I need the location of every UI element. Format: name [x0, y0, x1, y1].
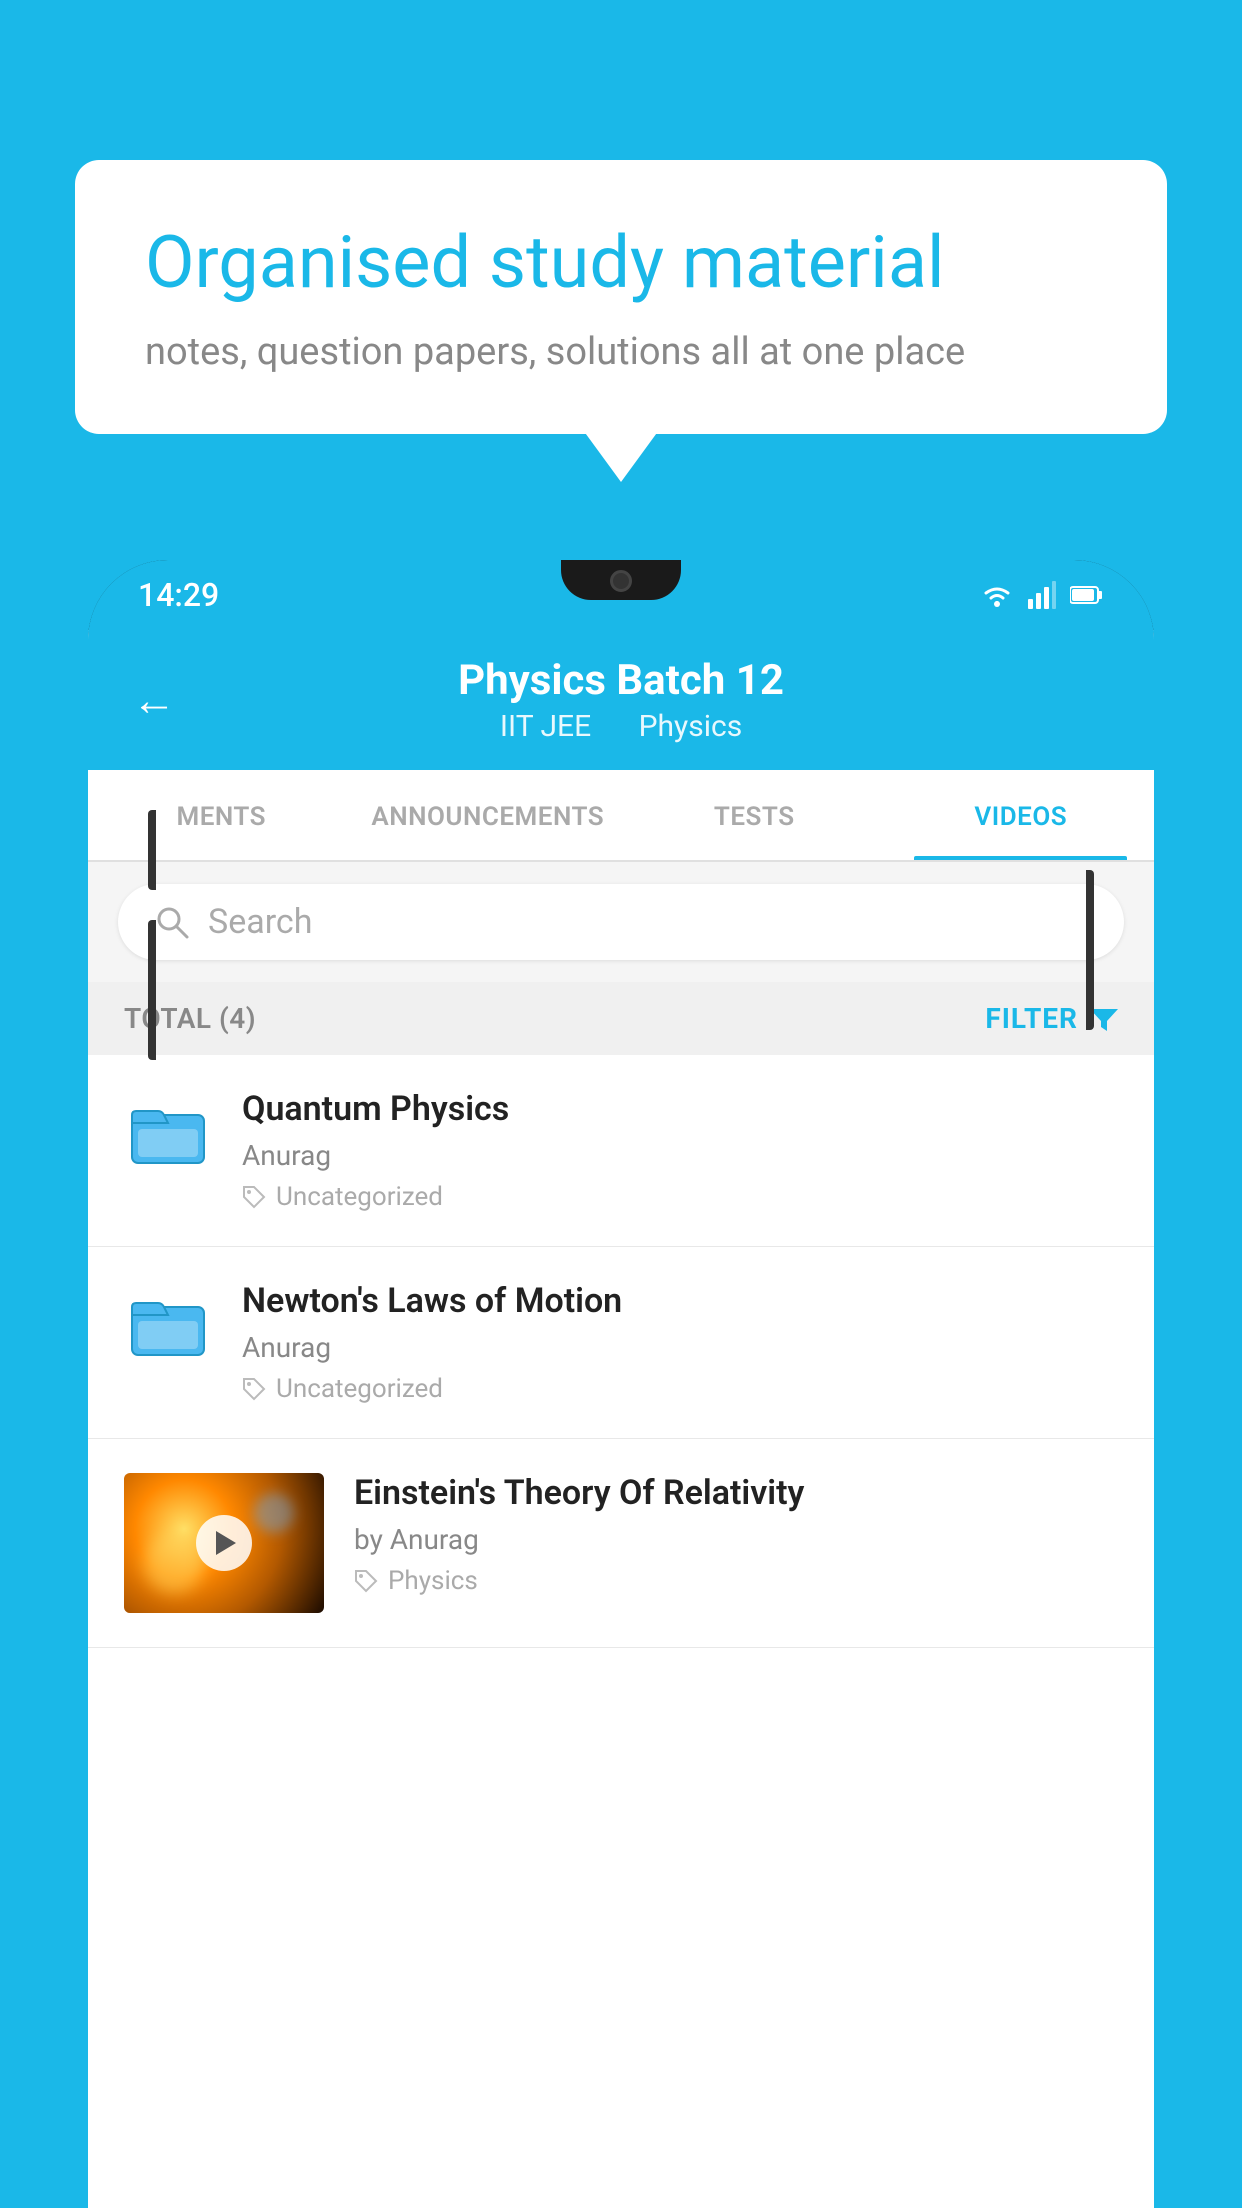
filter-button[interactable]: FILTER [985, 1002, 1118, 1035]
tab-tests[interactable]: TESTS [621, 770, 888, 860]
status-icons [980, 581, 1104, 609]
filter-label: FILTER [985, 1002, 1078, 1035]
item-tag: Uncategorized [242, 1182, 1118, 1212]
item-tag: Uncategorized [242, 1374, 1118, 1404]
tag-label: Uncategorized [276, 1182, 443, 1212]
search-icon [154, 904, 190, 940]
filter-bar: TOTAL (4) FILTER [88, 982, 1154, 1055]
header-title-block: Physics Batch 12 IIT JEE Physics [206, 656, 1036, 744]
tag-icon [242, 1377, 266, 1401]
item-title: Newton's Laws of Motion [242, 1281, 1118, 1321]
item-tag: Physics [354, 1566, 1118, 1596]
list-item[interactable]: Quantum Physics Anurag Uncategorized [88, 1055, 1154, 1247]
phone-frame: 14:29 [88, 560, 1154, 2208]
play-triangle-icon [216, 1531, 236, 1555]
back-button[interactable]: ← [132, 674, 176, 726]
filter-icon [1090, 1005, 1118, 1033]
batch-subtitle: IIT JEE Physics [206, 709, 1036, 744]
video-thumbnail [124, 1473, 324, 1613]
folder-icon [128, 1285, 208, 1365]
tag-icon [242, 1185, 266, 1209]
power-button [1086, 870, 1094, 1030]
item-title: Einstein's Theory Of Relativity [354, 1473, 1118, 1513]
wifi-icon [980, 581, 1014, 609]
subtitle-iit: IIT JEE [500, 709, 591, 744]
item-thumbnail-folder2 [124, 1281, 212, 1369]
search-placeholder: Search [208, 902, 312, 942]
tab-announcements[interactable]: ANNOUNCEMENTS [355, 770, 622, 860]
item-author: Anurag [242, 1331, 1118, 1364]
speech-bubble: Organised study material notes, question… [75, 160, 1167, 434]
thumbnail-glow [144, 1533, 204, 1593]
folder-icon [128, 1093, 208, 1173]
play-button[interactable] [196, 1515, 252, 1571]
tag-icon [354, 1569, 378, 1593]
batch-title: Physics Batch 12 [206, 656, 1036, 705]
search-bar[interactable]: Search [118, 884, 1124, 960]
volume-button-down [148, 920, 156, 1060]
thumbnail-glow2 [254, 1493, 294, 1533]
tab-videos[interactable]: VIDEOS [888, 770, 1155, 860]
item-info: Newton's Laws of Motion Anurag Uncategor… [242, 1281, 1118, 1404]
tabs-bar: MENTS ANNOUNCEMENTS TESTS VIDEOS [88, 770, 1154, 862]
tab-ments[interactable]: MENTS [88, 770, 355, 860]
status-bar: 14:29 [88, 560, 1154, 630]
subtitle-physics: Physics [639, 709, 743, 744]
search-container: Search [88, 862, 1154, 982]
item-thumbnail-folder [124, 1089, 212, 1177]
tag-label: Uncategorized [276, 1374, 443, 1404]
list-item[interactable]: Einstein's Theory Of Relativity by Anura… [88, 1439, 1154, 1648]
video-list: Quantum Physics Anurag Uncategorized [88, 1055, 1154, 1648]
app-content: ← Physics Batch 12 IIT JEE Physics MENTS… [88, 630, 1154, 2208]
item-author: Anurag [242, 1139, 1118, 1172]
total-count: TOTAL (4) [124, 1002, 256, 1035]
camera [610, 570, 632, 592]
tag-label: Physics [388, 1566, 478, 1596]
app-header: ← Physics Batch 12 IIT JEE Physics [88, 630, 1154, 770]
item-title: Quantum Physics [242, 1089, 1118, 1129]
item-info: Quantum Physics Anurag Uncategorized [242, 1089, 1118, 1212]
notch [561, 560, 681, 600]
list-item[interactable]: Newton's Laws of Motion Anurag Uncategor… [88, 1247, 1154, 1439]
item-info: Einstein's Theory Of Relativity by Anura… [354, 1473, 1118, 1596]
bubble-title: Organised study material [145, 220, 1097, 306]
status-time: 14:29 [138, 576, 219, 614]
signal-icon [1028, 581, 1056, 609]
item-author: by Anurag [354, 1523, 1118, 1556]
battery-icon [1070, 584, 1104, 606]
bubble-subtitle: notes, question papers, solutions all at… [145, 330, 1097, 374]
